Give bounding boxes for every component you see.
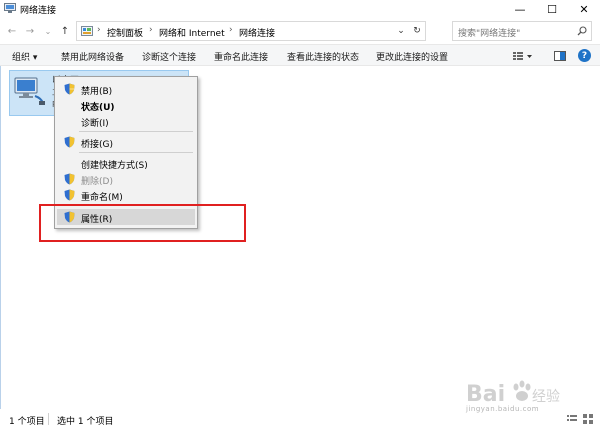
svg-text:经验: 经验 bbox=[532, 389, 560, 405]
breadcrumb-separator: › bbox=[229, 25, 233, 35]
breadcrumb-control-panel[interactable]: 控制面板 bbox=[107, 26, 143, 39]
diagnose-connection-button[interactable]: 诊断这个连接 bbox=[142, 50, 196, 63]
up-button[interactable]: ↑ bbox=[57, 22, 73, 40]
menu-item-label: 桥接(G) bbox=[81, 140, 113, 150]
organize-button[interactable]: 组织 ▾ bbox=[12, 50, 37, 63]
uac-shield-icon bbox=[64, 189, 75, 201]
disable-device-button[interactable]: 禁用此网络设备 bbox=[61, 50, 124, 63]
forward-button[interactable]: → bbox=[22, 22, 38, 40]
menu-item-create-shortcut[interactable]: 创建快捷方式(S) bbox=[57, 155, 195, 171]
menu-item-label: 状态(U) bbox=[81, 103, 115, 113]
back-button[interactable]: ← bbox=[4, 22, 20, 40]
view-toggle-icons[interactable] bbox=[566, 413, 596, 425]
menu-item-diagnose[interactable]: 诊断(I) bbox=[57, 113, 195, 129]
status-selected-count: 选中 1 个项目 bbox=[57, 417, 114, 427]
menu-item-label: 删除(D) bbox=[81, 177, 113, 187]
recent-locations-button[interactable]: ⌄ bbox=[40, 22, 56, 40]
change-settings-button[interactable]: 更改此连接的设置 bbox=[376, 50, 448, 63]
status-item-count: 1 个项目 bbox=[9, 417, 45, 427]
menu-item-label: 禁用(B) bbox=[81, 87, 113, 97]
menu-item-label: 创建快捷方式(S) bbox=[81, 161, 148, 171]
maximize-button[interactable]: ☐ bbox=[536, 0, 568, 18]
breadcrumb-network-connections[interactable]: 网络连接 bbox=[239, 26, 275, 39]
menu-item-bridge[interactable]: 桥接(G) bbox=[57, 134, 195, 150]
minimize-button[interactable]: — bbox=[504, 0, 536, 18]
command-bar: 组织 ▾ 禁用此网络设备 诊断这个连接 重命名此连接 查看此连接的状态 更改此连… bbox=[0, 44, 600, 66]
menu-item-label: 重命名(M) bbox=[81, 193, 123, 203]
network-connections-icon bbox=[4, 3, 16, 13]
rename-connection-button[interactable]: 重命名此连接 bbox=[214, 50, 268, 63]
watermark-url: jingyan.baidu.com bbox=[466, 405, 540, 413]
view-status-button[interactable]: 查看此连接的状态 bbox=[287, 50, 359, 63]
menu-item-status[interactable]: 状态(U) bbox=[57, 97, 195, 113]
address-bar[interactable]: › 控制面板 › 网络和 Internet › 网络连接 ⌄ ↻ bbox=[76, 21, 426, 41]
search-box[interactable]: 搜索"网络连接" bbox=[452, 21, 592, 41]
pane-border bbox=[0, 66, 1, 409]
breadcrumb-separator: › bbox=[97, 25, 101, 35]
preview-pane-icon[interactable] bbox=[554, 51, 566, 61]
network-adapter-icon bbox=[14, 77, 45, 105]
search-icon bbox=[577, 26, 587, 36]
window-title: 网络连接 bbox=[20, 6, 57, 16]
menu-item-rename[interactable]: 重命名(M) bbox=[57, 187, 195, 203]
breadcrumb-network-internet[interactable]: 网络和 Internet bbox=[159, 26, 225, 39]
status-divider bbox=[48, 413, 49, 425]
highlight-annotation bbox=[39, 204, 246, 242]
search-placeholder: 搜索"网络连接" bbox=[458, 29, 521, 39]
menu-item-disable[interactable]: 禁用(B) bbox=[57, 81, 195, 97]
menu-item-delete: 删除(D) bbox=[57, 171, 195, 187]
help-icon[interactable]: ? bbox=[578, 49, 591, 62]
title-bar: 网络连接 — ☐ ✕ bbox=[0, 0, 600, 18]
uac-shield-icon bbox=[64, 173, 75, 185]
menu-separator bbox=[79, 152, 193, 153]
breadcrumb-separator: › bbox=[149, 25, 153, 35]
menu-separator bbox=[79, 131, 193, 132]
uac-shield-icon bbox=[64, 136, 75, 148]
change-view-icon[interactable] bbox=[513, 51, 533, 61]
address-dropdown-button[interactable]: ⌄ bbox=[393, 22, 409, 40]
svg-text:Bai: Bai bbox=[466, 382, 505, 407]
close-button[interactable]: ✕ bbox=[568, 0, 600, 18]
uac-shield-icon bbox=[64, 83, 75, 95]
control-panel-icon bbox=[81, 26, 93, 36]
refresh-button[interactable]: ↻ bbox=[409, 22, 425, 40]
menu-item-label: 诊断(I) bbox=[81, 119, 109, 129]
